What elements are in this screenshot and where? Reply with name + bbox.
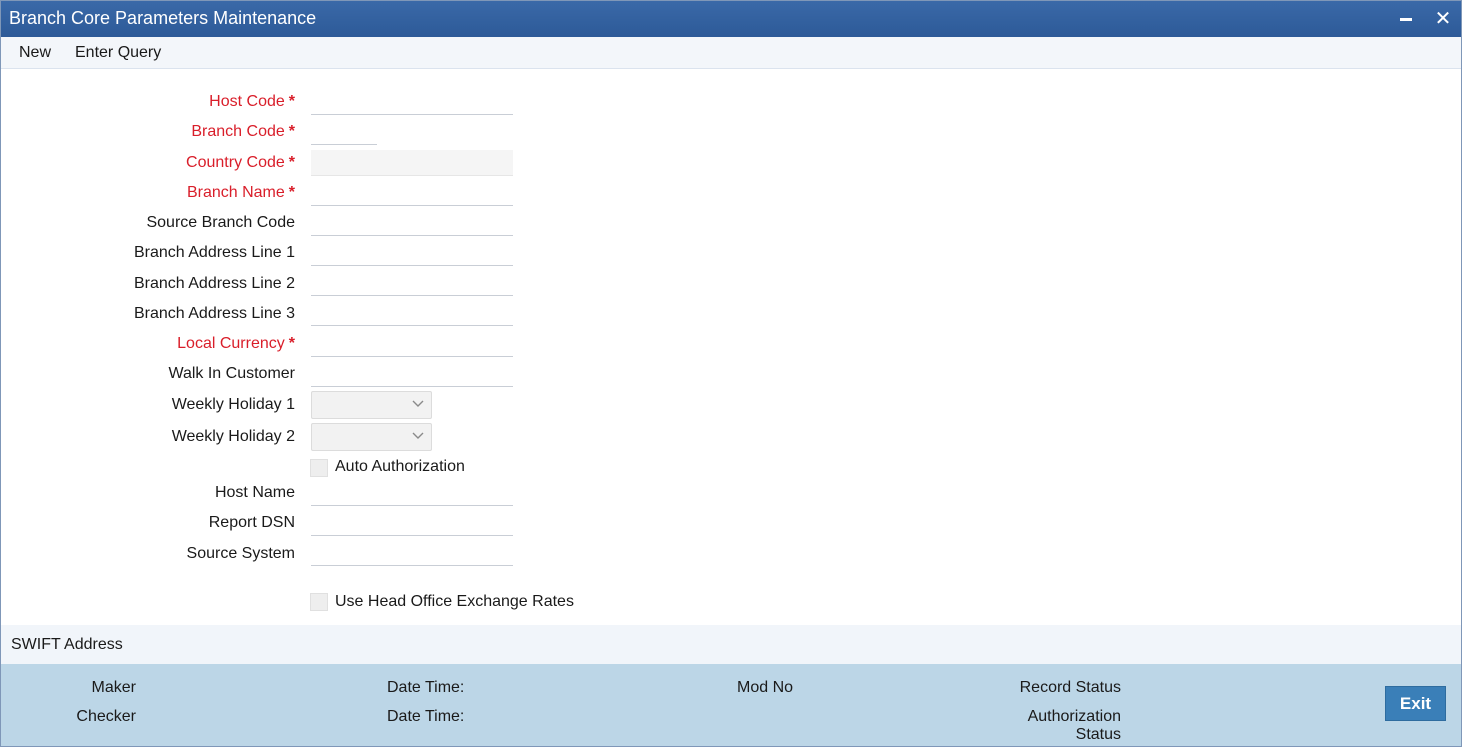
checker-label: Checker bbox=[76, 708, 136, 725]
branch-name-label: Branch Name * bbox=[186, 184, 295, 201]
branch-core-parameters-window: Branch Core Parameters Maintenance ✕ New… bbox=[0, 0, 1462, 747]
local-currency-label: Local Currency * bbox=[177, 335, 295, 352]
record-status-label: Record Status bbox=[1019, 679, 1121, 696]
close-icon: ✕ bbox=[1434, 7, 1452, 30]
authorization-status-label-line-1: Authorization bbox=[1027, 708, 1121, 725]
swift-address-label: SWIFT Address bbox=[11, 636, 123, 653]
authorization-status-label-line-2: Status bbox=[1075, 726, 1121, 743]
host-name-label: Host Name bbox=[214, 484, 295, 501]
chevron-down-icon bbox=[412, 400, 424, 407]
window-title: Branch Core Parameters Maintenance bbox=[9, 8, 317, 28]
exit-button[interactable]: Exit bbox=[1385, 686, 1446, 721]
host-code-label: Host Code * bbox=[209, 93, 295, 110]
branch-address-line-3-field[interactable] bbox=[311, 300, 513, 326]
swift-address-section[interactable]: SWIFT Address bbox=[1, 625, 1461, 664]
checker-date-time-label: Date Time: bbox=[387, 708, 465, 725]
auto-authorization-label: Auto Authorization bbox=[335, 458, 465, 475]
close-button[interactable]: ✕ bbox=[1430, 5, 1456, 31]
required-marker: * bbox=[288, 93, 295, 110]
required-marker: * bbox=[288, 123, 295, 140]
source-branch-code-label: Source Branch Code bbox=[146, 214, 295, 231]
required-marker: * bbox=[288, 154, 295, 171]
weekly-holiday-1-select[interactable] bbox=[311, 391, 432, 419]
report-dsn-field[interactable] bbox=[311, 510, 513, 536]
required-marker: * bbox=[288, 335, 295, 352]
host-code-field[interactable] bbox=[311, 89, 513, 115]
branch-address-line-2-label: Branch Address Line 2 bbox=[134, 275, 295, 292]
menu-bar: New Enter Query bbox=[1, 37, 1461, 69]
minimize-button[interactable] bbox=[1393, 5, 1419, 31]
source-system-field[interactable] bbox=[311, 540, 513, 566]
weekly-holiday-2-select[interactable] bbox=[311, 423, 432, 451]
walk-in-customer-field[interactable] bbox=[311, 361, 513, 387]
source-system-label: Source System bbox=[186, 545, 295, 562]
source-branch-code-field[interactable] bbox=[311, 210, 513, 236]
auto-authorization-checkbox[interactable] bbox=[310, 459, 328, 477]
country-code-field bbox=[311, 150, 513, 176]
menu-enter-query[interactable]: Enter Query bbox=[75, 44, 161, 62]
use-head-office-exchange-rates-checkbox[interactable] bbox=[310, 593, 328, 611]
weekly-holiday-2-label: Weekly Holiday 2 bbox=[171, 428, 295, 445]
mod-no-label: Mod No bbox=[737, 679, 794, 696]
country-code-label: Country Code * bbox=[186, 154, 295, 171]
branch-name-field[interactable] bbox=[311, 180, 513, 206]
branch-address-line-2-field[interactable] bbox=[311, 270, 513, 296]
branch-code-field[interactable] bbox=[311, 119, 377, 145]
branch-address-line-1-label: Branch Address Line 1 bbox=[134, 244, 295, 261]
required-marker: * bbox=[288, 184, 295, 201]
weekly-holiday-1-label: Weekly Holiday 1 bbox=[171, 396, 295, 413]
report-dsn-label: Report DSN bbox=[208, 514, 295, 531]
branch-code-label: Branch Code * bbox=[191, 123, 295, 140]
minimize-icon bbox=[1400, 17, 1412, 21]
chevron-down-icon bbox=[412, 432, 424, 439]
branch-address-line-3-label: Branch Address Line 3 bbox=[134, 305, 295, 322]
local-currency-field[interactable] bbox=[311, 331, 513, 357]
menu-new[interactable]: New bbox=[19, 44, 51, 62]
use-head-office-exchange-rates-label: Use Head Office Exchange Rates bbox=[335, 593, 574, 610]
maker-date-time-label: Date Time: bbox=[387, 679, 465, 696]
branch-address-line-1-field[interactable] bbox=[311, 240, 513, 266]
host-name-field[interactable] bbox=[311, 480, 513, 506]
maker-label: Maker bbox=[91, 679, 136, 696]
walk-in-customer-label: Walk In Customer bbox=[168, 365, 295, 382]
audit-footer: Maker Checker Date Time: Date Time: Mod … bbox=[1, 664, 1461, 746]
title-bar: Branch Core Parameters Maintenance ✕ bbox=[1, 1, 1461, 37]
